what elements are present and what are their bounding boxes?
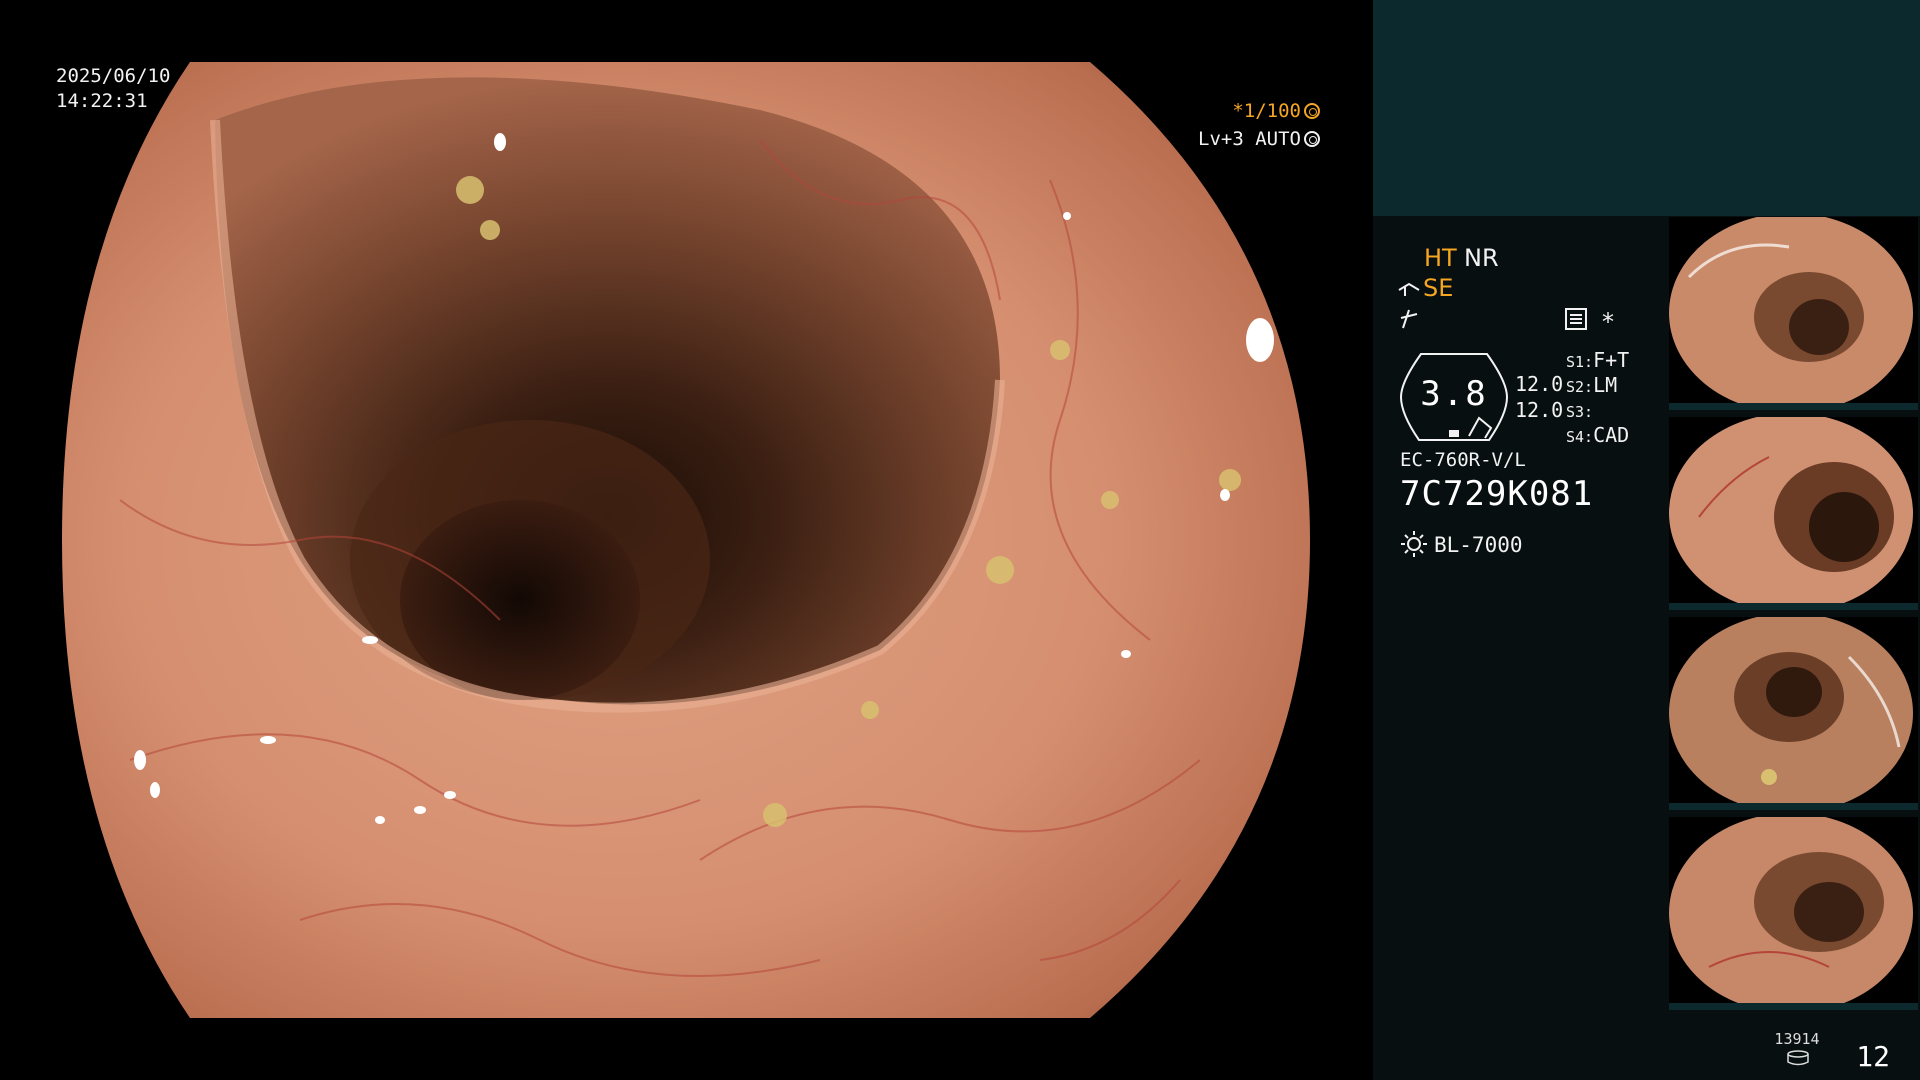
brightness-level-label: Lv+3 AUTO	[1198, 128, 1301, 150]
thumbnail-image	[1669, 817, 1913, 1010]
thumbnail-2[interactable]	[1669, 417, 1918, 610]
thumbnail-image	[1669, 217, 1913, 410]
iris-icon	[1304, 131, 1320, 147]
brightness-level: Lv+3 AUTO	[1198, 125, 1320, 153]
menu-icon	[1565, 308, 1587, 330]
thumbnail-image	[1669, 417, 1913, 610]
shutter-speed-label: *1/100	[1232, 100, 1301, 122]
exposure-readout: *1/100 Lv+3 AUTO	[1198, 97, 1320, 153]
endoscopic-image	[62, 62, 1310, 1018]
date-readout: 2025/06/10	[56, 65, 171, 87]
switch-s3: S3:	[1566, 398, 1593, 422]
thumbnail-strip	[1669, 803, 1918, 810]
thumbnail-1[interactable]	[1669, 217, 1918, 410]
value-top: 12.0	[1515, 372, 1564, 396]
switch-s2: S2:LM	[1566, 373, 1617, 397]
thumbnail-image	[1669, 617, 1913, 810]
asterisk-indicator: *	[1602, 308, 1614, 336]
time-readout: 14:22:31	[56, 90, 148, 112]
s1-value: F+T	[1593, 348, 1630, 372]
switch-s4: S4:CAD	[1566, 423, 1629, 447]
zoom-value: 3.8	[1420, 374, 1488, 414]
panel-header-area	[1373, 0, 1920, 216]
nr-indicator: NR	[1464, 244, 1499, 272]
s3-key: S3:	[1566, 403, 1594, 421]
thumbnail-strip	[1669, 603, 1918, 610]
shutter-speed: *1/100	[1198, 97, 1320, 125]
switch-s1: S1:F+T	[1566, 348, 1629, 372]
scope-icon	[1398, 282, 1420, 296]
structure-enhance-icon	[1400, 309, 1418, 329]
s2-key: S2:	[1566, 378, 1594, 396]
capture-count: 13914	[1774, 1030, 1820, 1048]
scope-serial: 7C729K081	[1400, 474, 1594, 514]
freeze-icon	[1304, 103, 1320, 119]
thumbnail-strip	[1669, 403, 1918, 410]
light-source-label: BL-7000	[1434, 533, 1523, 557]
s4-key: S4:	[1566, 428, 1594, 446]
se-indicator: SE	[1423, 274, 1454, 302]
value-bottom: 12.0	[1515, 398, 1564, 422]
endoscope-view: 2025/06/10 14:22:31 *1/100 Lv+3 AUTO	[0, 0, 1372, 1080]
s2-value: LM	[1593, 373, 1618, 397]
light-source: BL-7000	[1400, 530, 1523, 558]
info-panel: HT NR SE * 3.8 12.0 12.0 S1:F+T S2:LM S3…	[1373, 0, 1920, 1080]
sun-icon	[1401, 531, 1427, 557]
thumbnail-4[interactable]	[1669, 817, 1918, 1010]
s1-key: S1:	[1566, 353, 1594, 371]
storage-icon	[1787, 1050, 1809, 1066]
ht-indicator: HT	[1424, 244, 1457, 272]
scope-model: EC-760R-V/L	[1400, 449, 1526, 471]
thumbnail-strip	[1669, 1003, 1918, 1010]
s4-value: CAD	[1593, 423, 1630, 447]
thumbnail-3[interactable]	[1669, 617, 1918, 810]
page-number: 12	[1856, 1040, 1890, 1073]
